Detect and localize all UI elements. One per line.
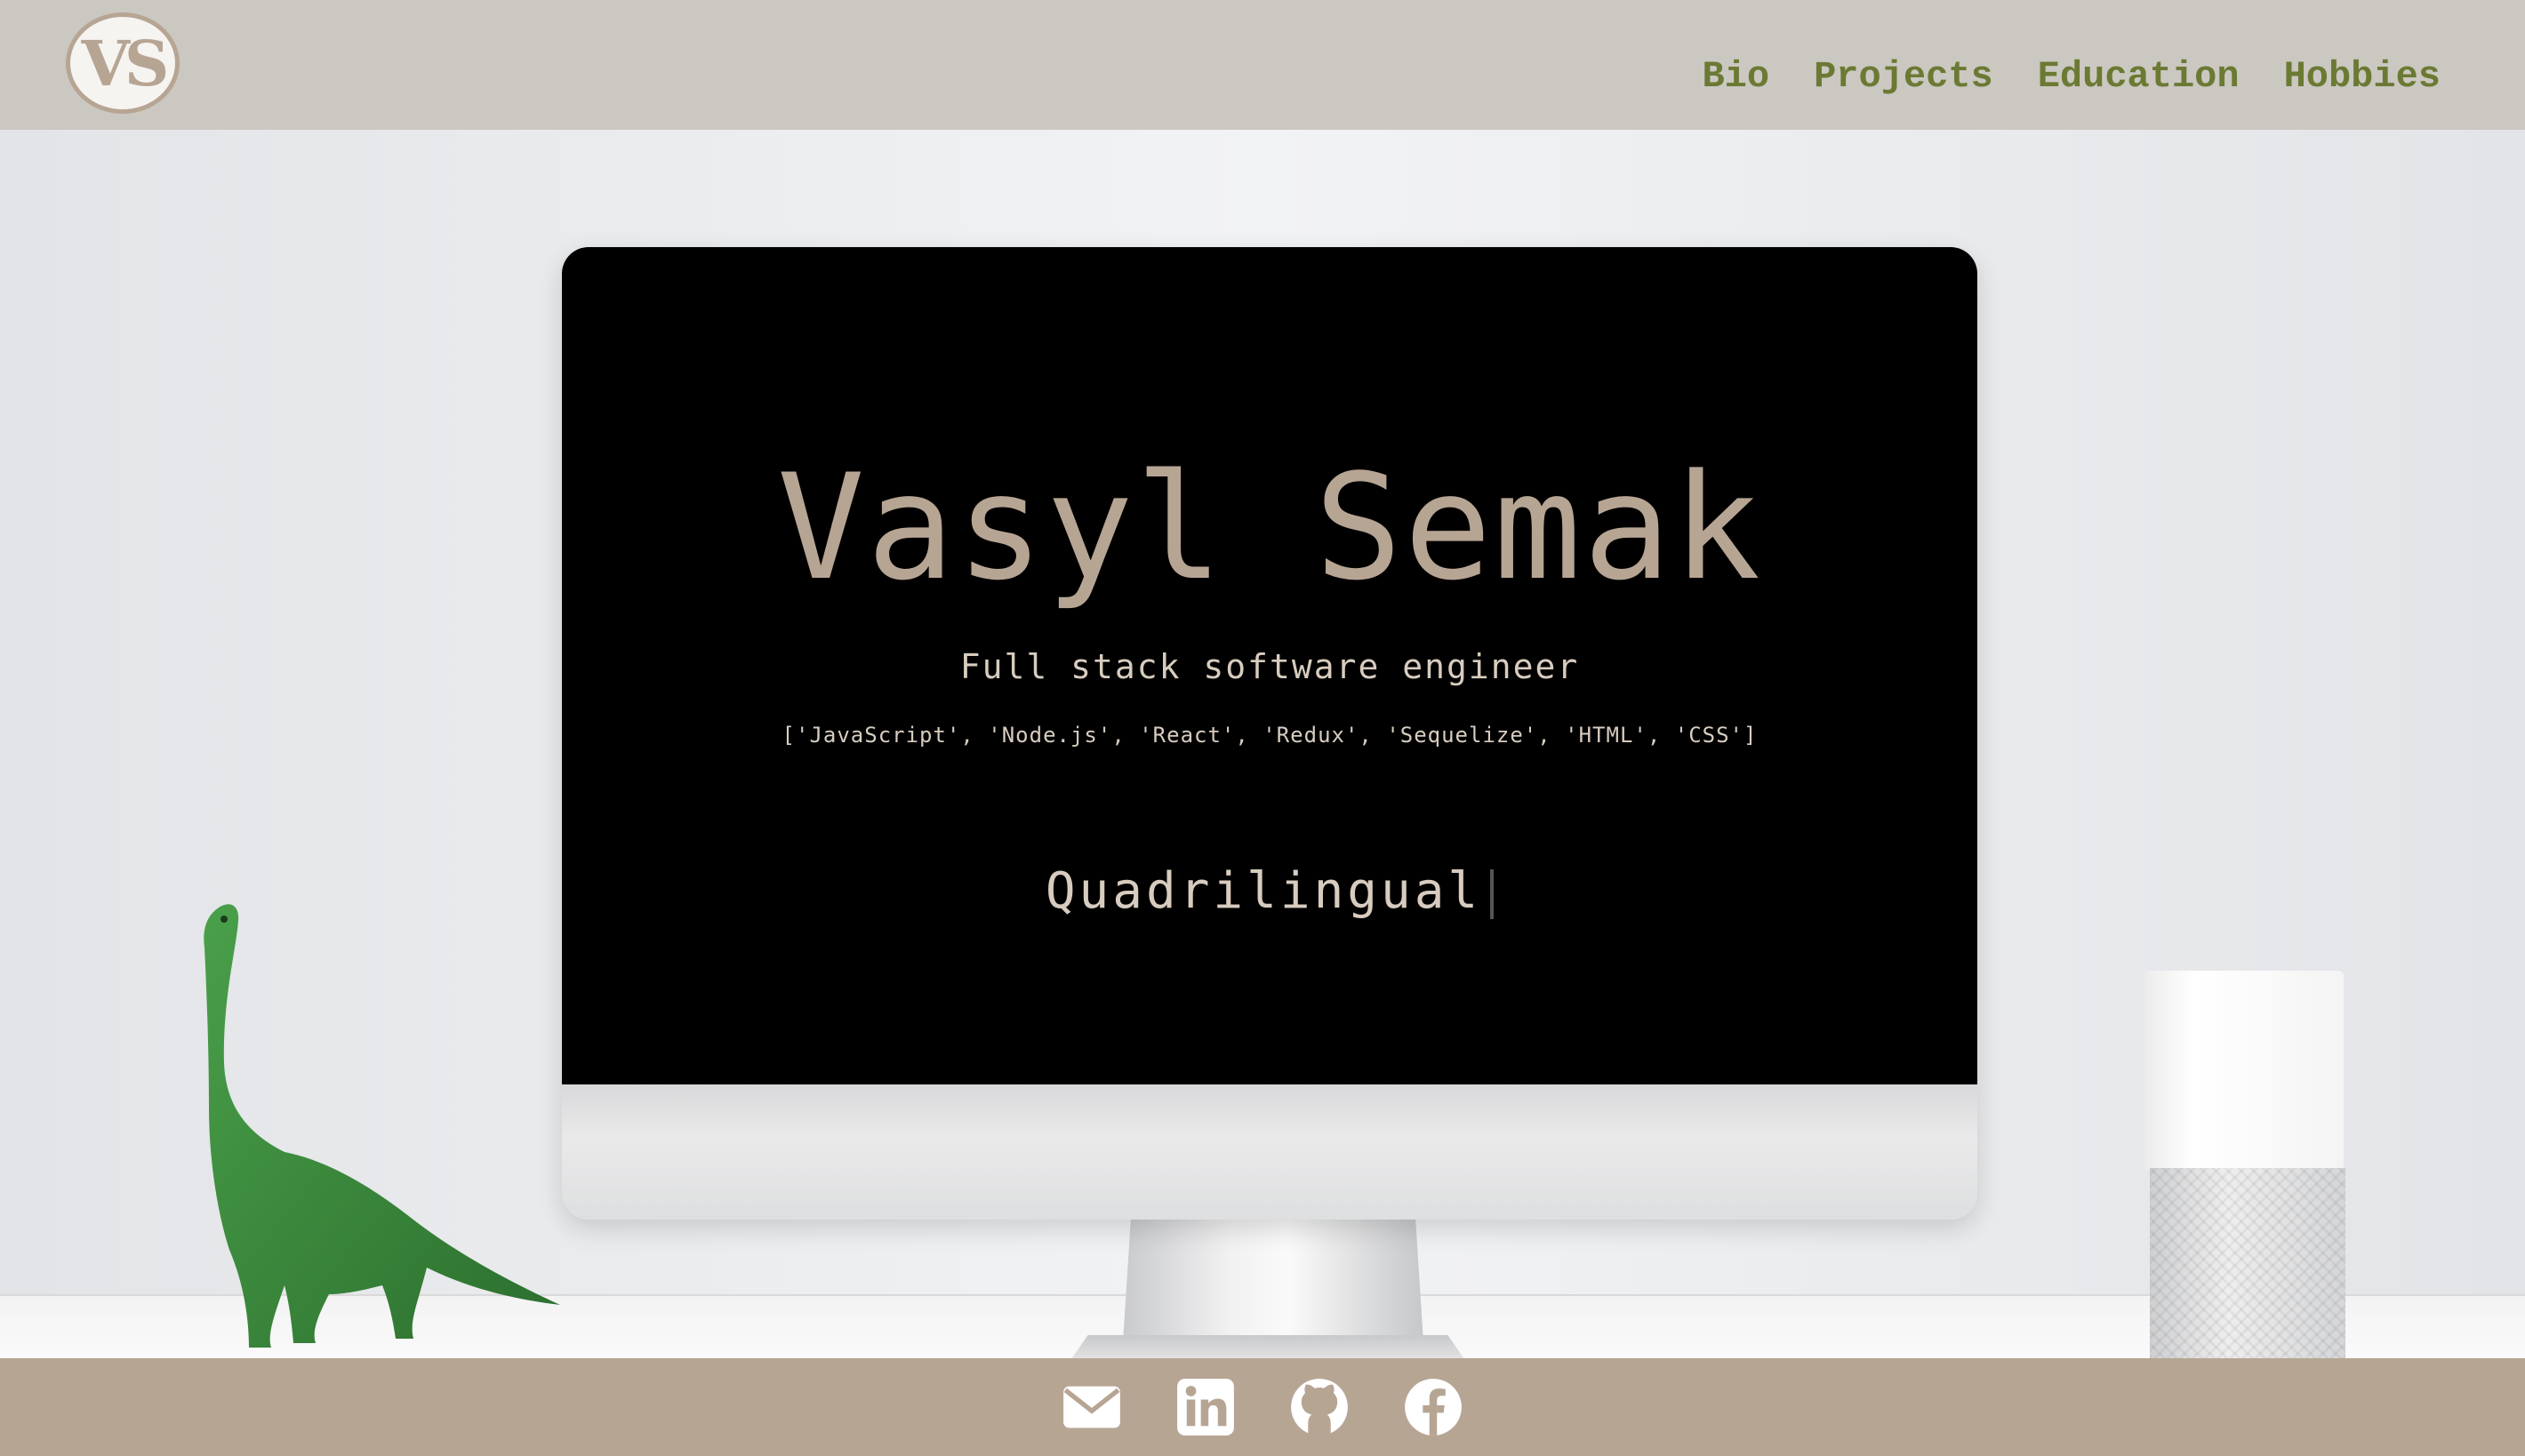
nav-link-projects[interactable]: Projects [1814, 55, 1993, 98]
monitor-stand-base [1063, 1335, 1472, 1358]
typed-text: Quadrilingual [1045, 862, 1482, 920]
site-logo[interactable]: VS [66, 12, 180, 114]
nav-link-hobbies[interactable]: Hobbies [2284, 55, 2441, 98]
typed-text-line: Quadrilingual [562, 862, 1977, 920]
hero-subtitle: Full stack software engineer [959, 647, 1580, 686]
monitor-chin [562, 1084, 1977, 1220]
hero-name: Vasyl Semak [776, 443, 1763, 612]
linkedin-icon[interactable] [1175, 1377, 1236, 1437]
skills-list: ['JavaScript', 'Node.js', 'React', 'Redu… [782, 723, 1758, 748]
email-icon[interactable] [1062, 1377, 1122, 1437]
main-nav: Bio Projects Education Hobbies [1702, 55, 2441, 98]
logo-text: VS [81, 26, 170, 100]
typing-caret [1490, 868, 1495, 919]
monitor-screen: Vasyl Semak Full stack software engineer… [562, 247, 1977, 1084]
hero-background: Vasyl Semak Full stack software engineer… [0, 130, 2525, 1358]
facebook-icon[interactable] [1403, 1377, 1463, 1437]
drive-top [2144, 971, 2344, 1170]
nav-link-education[interactable]: Education [2038, 55, 2240, 98]
site-footer [0, 1358, 2525, 1456]
site-header: VS Bio Projects Education Hobbies [0, 0, 2525, 130]
github-icon[interactable] [1289, 1377, 1350, 1437]
drive-bottom [2150, 1168, 2345, 1358]
monitor: Vasyl Semak Full stack software engineer… [562, 247, 1977, 1220]
dinosaur-figure [204, 904, 560, 1348]
external-hard-drive [2144, 971, 2351, 1358]
nav-link-bio[interactable]: Bio [1702, 55, 1769, 98]
